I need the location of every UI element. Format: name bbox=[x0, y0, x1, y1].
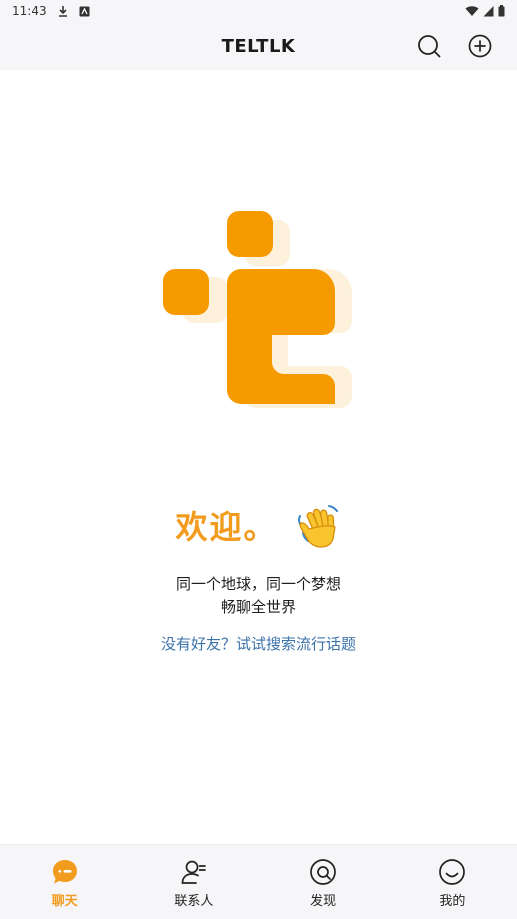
tagline-line-2: 畅聊全世界 bbox=[220, 598, 296, 616]
nav-item-chat[interactable]: 聊天 bbox=[0, 845, 129, 919]
nav-item-contacts[interactable]: 联系人 bbox=[129, 845, 258, 919]
nav-label-discover: 发现 bbox=[310, 894, 337, 909]
signal-icon bbox=[483, 5, 494, 17]
app-title: TELTLK bbox=[221, 35, 296, 57]
waving-hand-icon bbox=[296, 502, 342, 548]
smiley-face-icon bbox=[438, 858, 466, 886]
download-icon bbox=[57, 5, 69, 17]
status-right bbox=[465, 5, 505, 17]
battery-icon bbox=[498, 5, 505, 17]
wifi-icon bbox=[465, 5, 479, 17]
status-time: 11:43 bbox=[12, 4, 47, 18]
welcome-title: 欢迎。 bbox=[175, 508, 278, 546]
add-icon bbox=[468, 34, 492, 58]
search-button[interactable] bbox=[416, 33, 442, 59]
status-bar: 11:43 bbox=[0, 0, 517, 22]
nav-item-discover[interactable]: 发现 bbox=[259, 845, 388, 919]
status-left: 11:43 bbox=[12, 4, 90, 18]
nav-label-contacts: 联系人 bbox=[174, 894, 214, 909]
search-topics-link[interactable]: 没有好友？试试搜索流行话题 bbox=[0, 633, 517, 654]
discover-icon bbox=[309, 858, 337, 886]
search-icon bbox=[418, 35, 441, 58]
teltlk-logo bbox=[163, 211, 352, 408]
contacts-icon bbox=[180, 858, 208, 886]
welcome-row: 欢迎。 bbox=[0, 500, 517, 550]
nav-item-me[interactable]: 我的 bbox=[388, 845, 517, 919]
app-bar: TELTLK bbox=[0, 22, 517, 70]
app-notification-icon bbox=[79, 6, 90, 17]
chat-bubble-icon bbox=[51, 858, 79, 886]
nav-label-chat: 聊天 bbox=[51, 894, 78, 909]
bottom-nav: 聊天 联系人 发现 我的 bbox=[0, 844, 517, 919]
tagline-line-1: 同一个地球，同一个梦想 bbox=[175, 575, 341, 593]
nav-label-me: 我的 bbox=[439, 894, 466, 909]
add-button[interactable] bbox=[467, 33, 493, 59]
